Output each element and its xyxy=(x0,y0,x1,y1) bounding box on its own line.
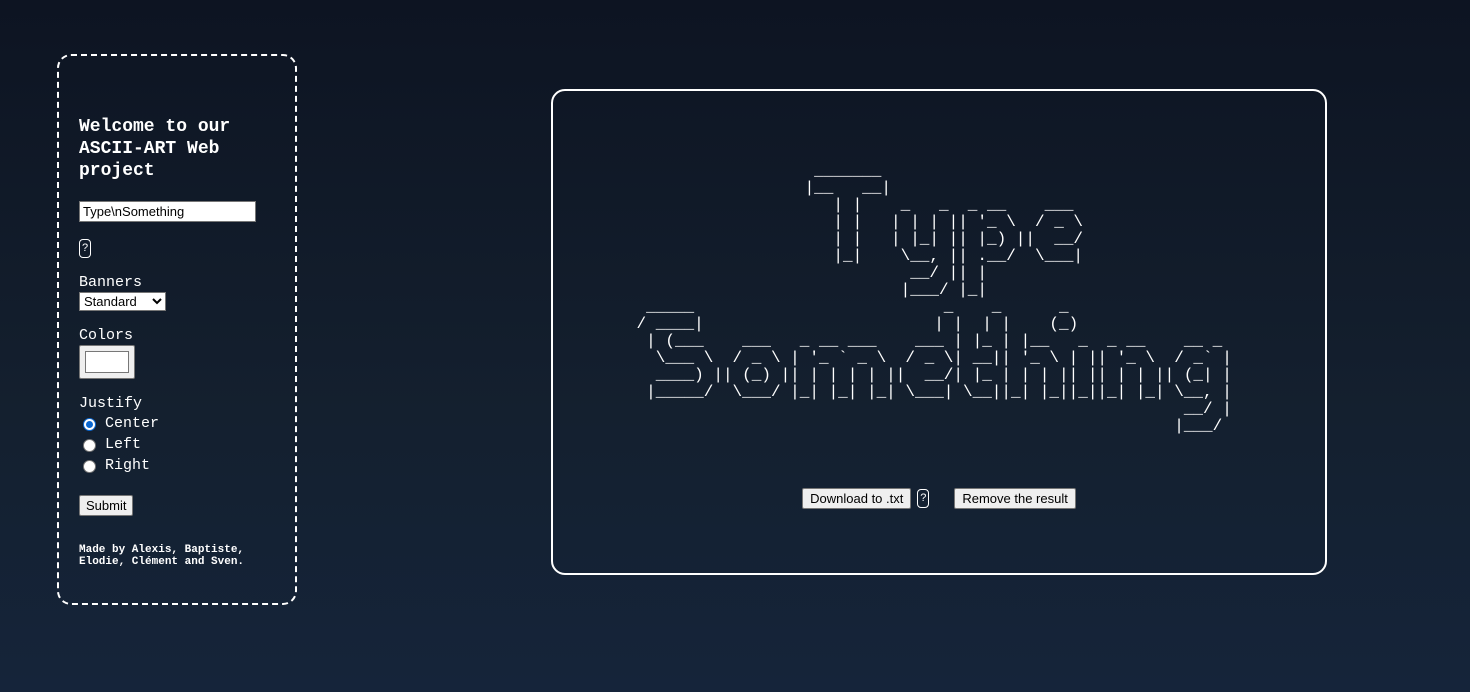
result-actions: Download to .txt ? Remove the result xyxy=(553,488,1325,509)
input-help-button[interactable]: ? xyxy=(79,239,91,258)
ascii-line: __/ | xyxy=(646,400,1232,418)
color-swatch-fill xyxy=(85,351,129,373)
download-help-button[interactable]: ? xyxy=(917,489,930,508)
ascii-line: | | | | | || '_ \ / _ \ xyxy=(794,213,1084,231)
ascii-line: |_____/ \___/ |_| |_| |_| \___| \__||_| … xyxy=(646,383,1232,401)
ascii-line: | | | |_| || |_) || __/ xyxy=(794,230,1084,248)
ascii-line: |___/ |_| xyxy=(794,281,1084,299)
radio-right[interactable] xyxy=(83,459,96,473)
banner-select[interactable]: StandardShadowThinkertoy xyxy=(79,292,166,311)
credits-text: Made by Alexis, Baptiste, Elodie, Clémen… xyxy=(79,544,245,568)
ascii-line: __/ || | xyxy=(794,264,1084,282)
radio-left[interactable] xyxy=(83,438,96,452)
ascii-line: | | _ _ _ __ ___ xyxy=(794,196,1084,214)
justify-option-center[interactable]: Center xyxy=(83,415,159,433)
download-txt-button[interactable]: Download to .txt xyxy=(802,488,912,509)
ascii-line: ____) || (_) || | | | | || __/| |_ | | |… xyxy=(646,366,1232,384)
ascii-art-output: _______ |__ __| | | _ _ _ __ ___ | | | |… xyxy=(553,163,1325,435)
ascii-line: _______ xyxy=(794,162,1084,180)
justify-option-right[interactable]: Right xyxy=(83,457,150,475)
submit-button[interactable]: Submit xyxy=(79,495,134,516)
justify-label: Justify xyxy=(79,395,143,412)
page-title: Welcome to our ASCII-ART Web project xyxy=(79,117,231,181)
ascii-line: / ____| | | | | (_) xyxy=(626,315,1252,333)
color-picker[interactable] xyxy=(79,345,135,379)
colors-label: Colors xyxy=(79,327,134,344)
justify-option-left[interactable]: Left xyxy=(83,436,141,454)
ascii-line: _____ _ _ _ xyxy=(626,298,1252,316)
radio-center[interactable] xyxy=(83,417,96,431)
banners-label: Banners xyxy=(79,274,143,291)
radio-center-label: Center xyxy=(105,415,160,432)
control-panel: Welcome to our ASCII-ART Web project ? B… xyxy=(57,54,297,605)
ascii-text-input[interactable] xyxy=(79,201,256,222)
radio-left-label: Left xyxy=(105,436,142,453)
ascii-line: |_| \__, || .__/ \___| xyxy=(794,247,1084,265)
remove-result-button[interactable]: Remove the result xyxy=(954,488,1076,509)
radio-right-label: Right xyxy=(105,457,151,474)
ascii-line: |__ __| xyxy=(794,179,1084,197)
ascii-line: | (___ ___ _ __ ___ ___ | |_ | |__ _ _ _… xyxy=(646,332,1232,350)
ascii-line: |___/ xyxy=(646,417,1232,435)
ascii-line: \___ \ / _ \ | '_ ` _ \ / _ \| __|| '_ \… xyxy=(646,349,1232,367)
result-panel: _______ |__ __| | | _ _ _ __ ___ | | | |… xyxy=(551,89,1327,575)
